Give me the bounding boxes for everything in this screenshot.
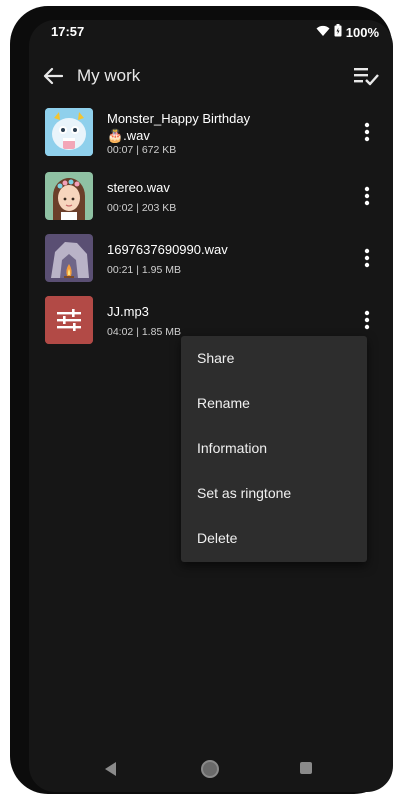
battery-percent: 100% <box>345 24 379 40</box>
file-duration: 00:07 <box>107 144 134 156</box>
file-duration: 00:21 <box>107 264 134 276</box>
menu-item-share[interactable]: Share <box>181 336 367 381</box>
select-all-icon <box>354 68 379 86</box>
select-all-button[interactable] <box>351 62 381 90</box>
more-vert-icon <box>364 122 370 142</box>
file-meta: 04:02 | 1.85 MB <box>107 326 181 338</box>
menu-item-delete[interactable]: Delete <box>181 516 367 561</box>
system-nav-bar <box>29 746 393 792</box>
status-time: 17:57 <box>51 24 85 39</box>
file-name: stereo.wav <box>107 180 170 195</box>
meta-separator: | <box>133 326 142 338</box>
more-options-button[interactable] <box>355 246 379 270</box>
status-icons: 100% <box>316 24 379 40</box>
status-bar: 17:57 100% <box>29 20 393 46</box>
equalizer-icon <box>45 296 93 344</box>
page-title: My work <box>77 66 141 85</box>
more-vert-icon <box>364 248 370 268</box>
more-options-button[interactable] <box>355 308 379 332</box>
menu-item-set-as-ringtone[interactable]: Set as ringtone <box>181 471 367 516</box>
more-vert-icon <box>364 310 370 330</box>
phone-frame: 17:57 100% My work Monster_Happy Birthda… <box>10 6 393 794</box>
more-vert-icon <box>364 186 370 206</box>
file-size: 1.95 MB <box>141 264 181 276</box>
file-meta: 00:07 | 672 KB <box>107 144 176 156</box>
file-name: JJ.mp3 <box>107 304 149 319</box>
arrow-left-icon <box>43 67 63 85</box>
file-name-line1: Monster_Happy Birthday <box>107 111 251 126</box>
file-size: 1.85 MB <box>141 326 181 338</box>
menu-item-label: Share <box>197 350 235 366</box>
meta-separator: | <box>133 264 142 276</box>
meta-separator: | <box>133 144 142 156</box>
file-name-line2: 🎂.wav <box>107 128 150 143</box>
more-options-button[interactable] <box>355 120 379 144</box>
file-size: 203 KB <box>141 202 177 214</box>
context-menu: Share Rename Information Set as ringtone… <box>181 336 367 562</box>
file-meta: 00:21 | 1.95 MB <box>107 264 181 276</box>
menu-item-rename[interactable]: Rename <box>181 381 367 426</box>
menu-item-label: Set as ringtone <box>197 485 292 501</box>
screen: 17:57 100% My work Monster_Happy Birthda… <box>29 20 393 792</box>
file-name: Monster_Happy Birthday 🎂.wav <box>107 110 337 144</box>
battery-icon <box>334 24 342 40</box>
nav-recents-icon[interactable] <box>300 762 312 774</box>
nav-home-icon[interactable] <box>201 760 219 778</box>
list-item[interactable]: Monster_Happy Birthday 🎂.wav 00:07 | 672… <box>29 106 393 160</box>
menu-item-label: Delete <box>197 530 238 546</box>
cave-fire-thumbnail <box>45 234 93 282</box>
equalizer-thumbnail <box>45 296 93 344</box>
monster-thumbnail <box>45 108 93 156</box>
menu-item-label: Rename <box>197 395 250 411</box>
file-duration: 04:02 <box>107 326 134 338</box>
file-meta: 00:02 | 203 KB <box>107 202 176 214</box>
file-duration: 00:02 <box>107 202 134 214</box>
file-size: 672 KB <box>141 144 177 156</box>
more-options-button[interactable] <box>355 184 379 208</box>
girl-thumbnail <box>45 172 93 220</box>
nav-back-icon[interactable] <box>105 762 117 776</box>
wifi-icon <box>316 25 330 40</box>
list-item[interactable]: stereo.wav 00:02 | 203 KB <box>29 170 393 224</box>
menu-item-information[interactable]: Information <box>181 426 367 471</box>
list-item[interactable]: 1697637690990.wav 00:21 | 1.95 MB <box>29 232 393 286</box>
file-name: 1697637690990.wav <box>107 242 228 257</box>
back-button[interactable] <box>39 62 67 90</box>
menu-item-label: Information <box>197 440 268 456</box>
app-bar: My work <box>29 56 393 96</box>
meta-separator: | <box>133 202 142 214</box>
